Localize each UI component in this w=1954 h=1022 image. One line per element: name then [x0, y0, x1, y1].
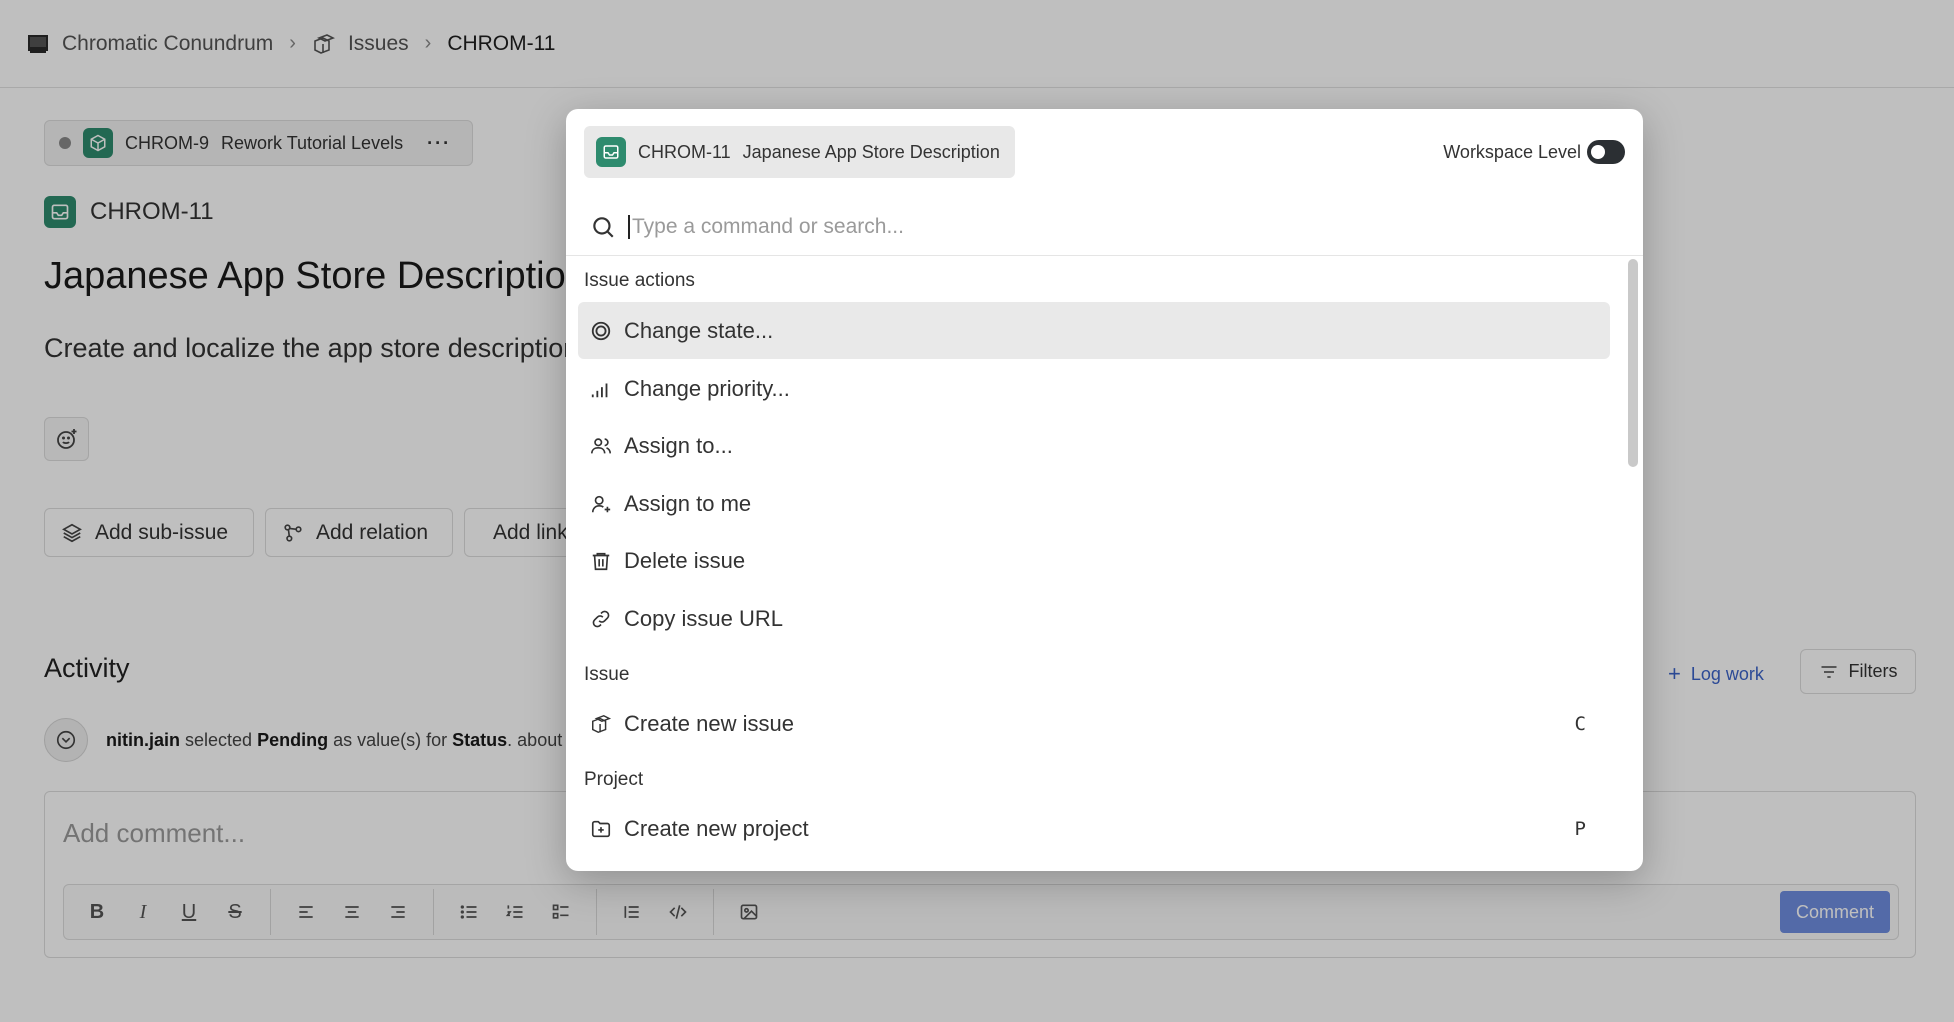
cmd-assign-to[interactable]: Assign to... — [578, 417, 1610, 474]
cmd-label: Assign to me — [624, 490, 752, 516]
command-search-input[interactable] — [628, 215, 1528, 239]
users-icon — [591, 437, 611, 453]
trash-icon — [592, 552, 610, 570]
section-issue-actions: Issue actions — [584, 270, 695, 291]
shortcut-key: C — [1574, 712, 1586, 735]
cmd-create-new-issue[interactable]: Create new issue C — [578, 695, 1610, 752]
cmd-label: Create new project — [624, 815, 809, 841]
search-icon — [593, 217, 614, 238]
toggle-switch[interactable] — [1587, 140, 1625, 164]
cmd-label: Copy issue URL — [624, 605, 783, 631]
cmd-label: Change priority... — [624, 375, 790, 401]
link-icon — [592, 610, 610, 627]
inbox-icon — [596, 137, 626, 167]
folder-plus-icon — [591, 820, 611, 837]
cmd-create-new-project[interactable]: Create new project P — [578, 800, 1610, 857]
state-icon — [591, 321, 611, 340]
workspace-level-toggle[interactable]: Workspace Level — [1443, 140, 1625, 164]
palette-issue-title: Japanese App Store Description — [742, 141, 1000, 162]
cmd-label: Delete issue — [624, 547, 746, 573]
workspace-level-label: Workspace Level — [1443, 141, 1581, 162]
cmd-assign-to-me[interactable]: Assign to me — [578, 475, 1610, 532]
palette-issue-chip: CHROM-11 Japanese App Store Description — [584, 126, 1015, 178]
shortcut-key: P — [1574, 817, 1586, 840]
palette-scrollbar[interactable] — [1628, 259, 1638, 467]
priority-icon — [591, 383, 608, 397]
cmd-delete-issue[interactable]: Delete issue — [578, 532, 1610, 589]
cmd-change-state[interactable]: Change state... — [578, 302, 1610, 359]
command-palette: CHROM-11 Japanese App Store Description … — [566, 109, 1643, 871]
section-project: Project — [584, 769, 644, 790]
issues-icon — [592, 714, 612, 733]
cmd-label: Assign to... — [624, 432, 733, 458]
palette-search-row — [566, 199, 1643, 256]
user-plus-icon — [591, 495, 611, 512]
section-issue: Issue — [584, 664, 630, 685]
toggle-knob — [1591, 145, 1605, 159]
cmd-label: Create new issue — [624, 710, 794, 736]
cmd-label: Change state... — [624, 317, 774, 343]
cmd-copy-issue-url[interactable]: Copy issue URL — [578, 590, 1610, 647]
palette-issue-key: CHROM-11 — [638, 141, 731, 162]
cmd-change-priority[interactable]: Change priority... — [578, 360, 1610, 417]
